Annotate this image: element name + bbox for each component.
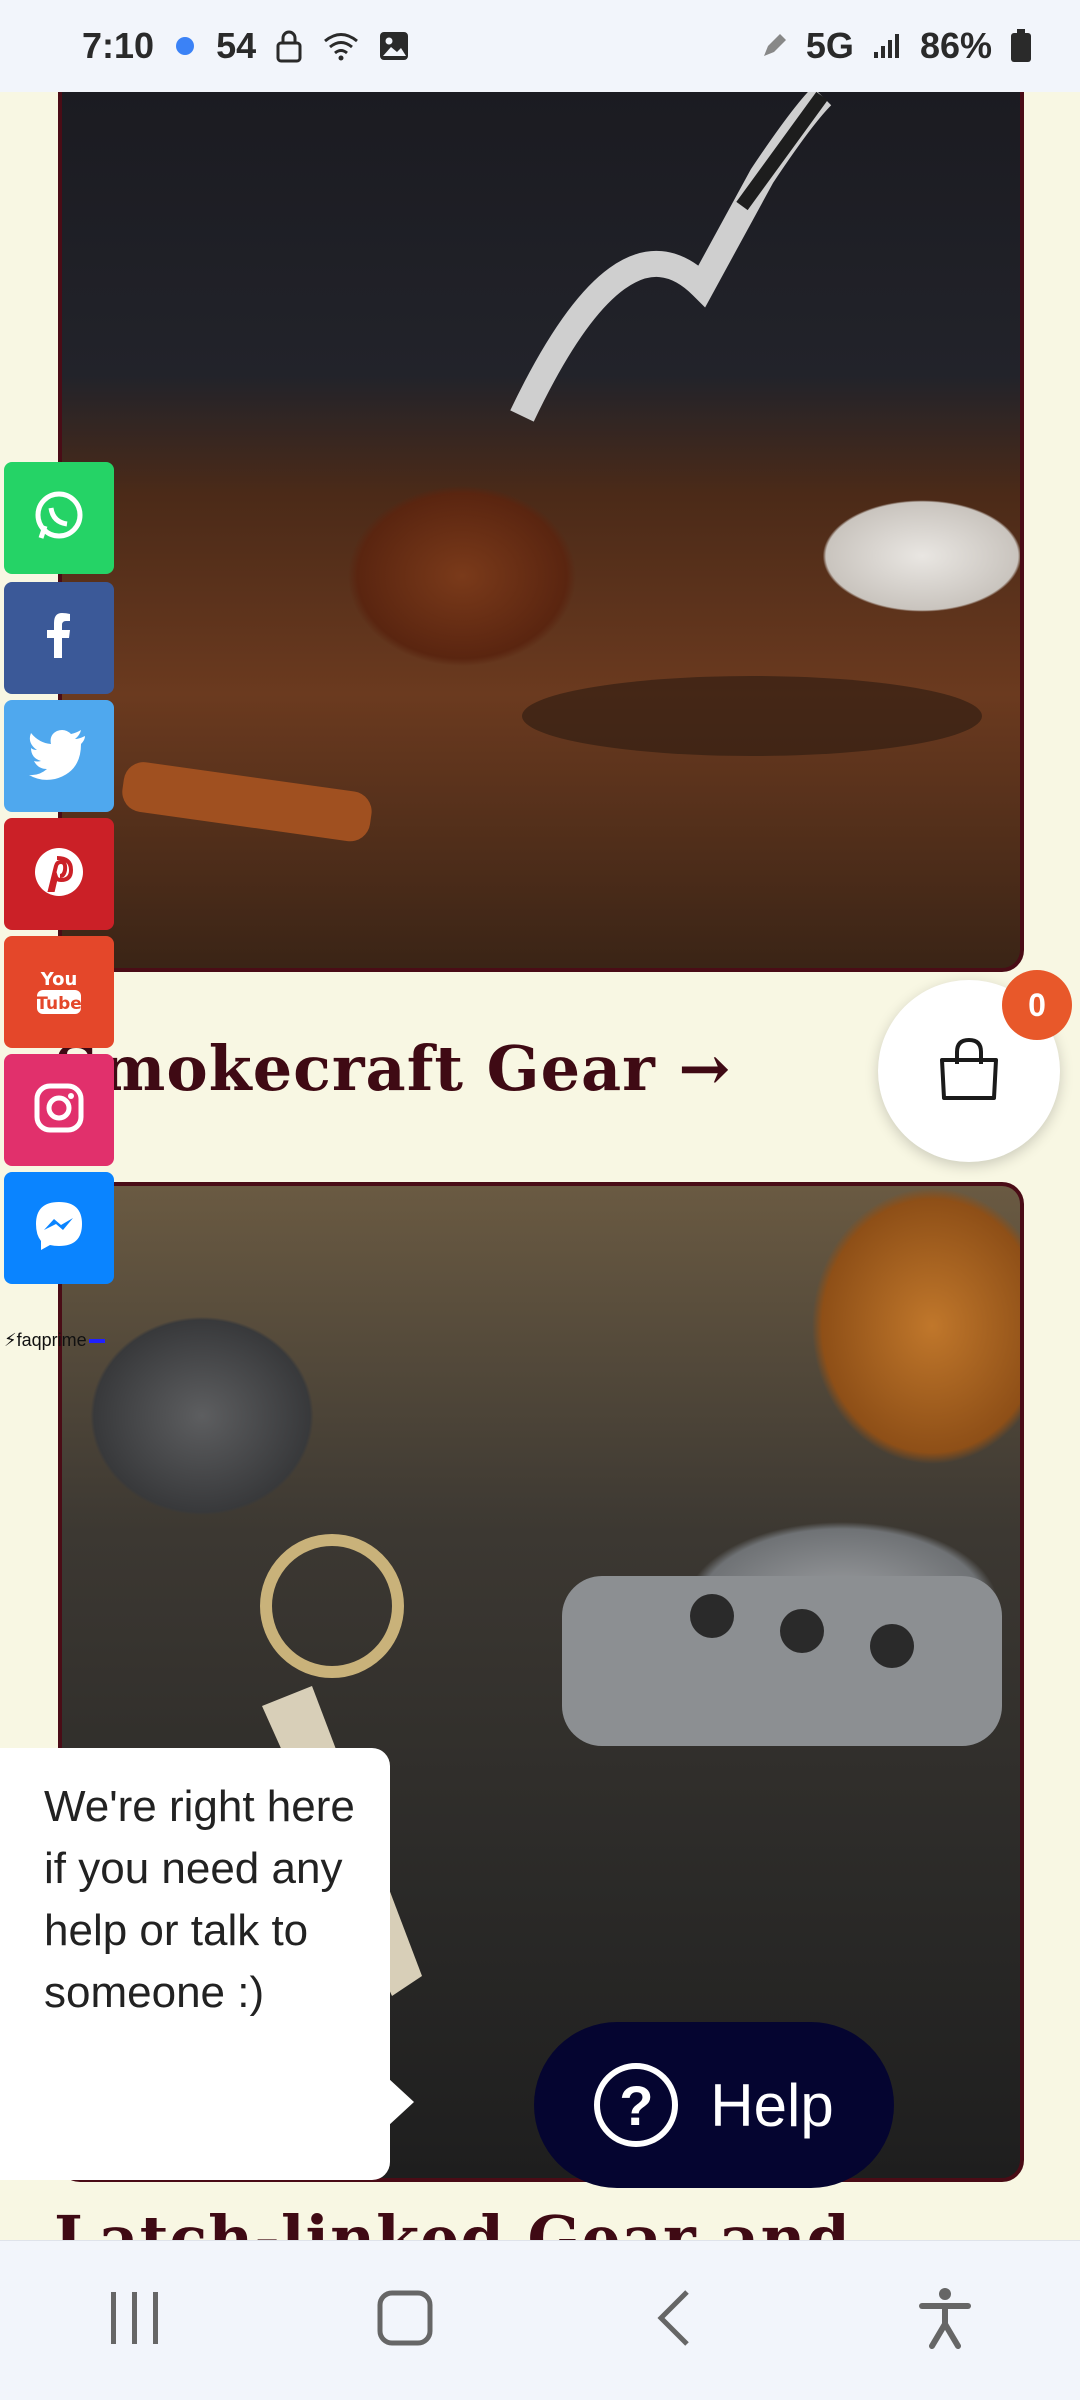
faqprime-underline [88, 1339, 105, 1344]
help-message-text: We're right here if you need any help or… [44, 1782, 355, 2017]
accessibility-button[interactable] [885, 2261, 1005, 2381]
status-time: 7:10 [82, 25, 155, 66]
facebook-icon [31, 608, 87, 669]
twitter-share-button[interactable] [4, 700, 114, 812]
wifi-icon [322, 31, 360, 61]
whatsapp-icon [31, 488, 87, 549]
twitter-icon [29, 728, 89, 785]
back-button[interactable] [615, 2261, 735, 2381]
help-message-bubble[interactable]: We're right here if you need any help or… [0, 1748, 414, 2180]
messenger-share-button[interactable] [4, 1172, 114, 1284]
accessibility-icon [918, 2286, 972, 2355]
youtube-share-button[interactable]: You Tube [4, 936, 114, 1048]
status-bar: 7:10 54 5G 86% [0, 0, 1080, 92]
section-title-latch[interactable]: Latch-linked Gear and [54, 2202, 851, 2240]
status-temperature: 54 [216, 25, 257, 66]
section-title-smokecraft[interactable]: Smokecraft Gear → [54, 1032, 731, 1105]
system-nav-bar [0, 2240, 1080, 2400]
cart-count-badge: 0 [1002, 970, 1072, 1040]
recent-apps-icon [107, 2288, 163, 2353]
help-button-label: Help [710, 2071, 834, 2139]
faqprime-label: faqprime [16, 1330, 87, 1350]
image-icon [378, 30, 410, 62]
back-icon [655, 2288, 695, 2353]
shopping-bag-icon [934, 1034, 1004, 1109]
status-right: 5G 86% [760, 25, 1032, 67]
svg-text:You: You [40, 969, 78, 990]
signal-icon [872, 32, 902, 60]
messenger-icon [30, 1197, 88, 1260]
weather-icon [172, 33, 198, 59]
svg-text:Tube: Tube [36, 994, 82, 1014]
instagram-icon [31, 1080, 87, 1141]
instagram-share-button[interactable] [4, 1054, 114, 1166]
help-button[interactable]: ? Help [534, 2022, 894, 2188]
whatsapp-share-button[interactable] [4, 462, 114, 574]
status-battery-percent: 86% [919, 25, 992, 66]
bolt-icon: ⚡ [4, 1330, 17, 1350]
facebook-share-button[interactable] [4, 582, 114, 694]
status-left: 7:10 54 [82, 25, 410, 67]
battery-icon [1010, 29, 1032, 63]
question-mark-icon: ? [594, 2063, 679, 2147]
lock-icon [274, 29, 304, 63]
youtube-icon: You Tube [29, 960, 89, 1025]
faqprime-badge[interactable]: ⚡faqprime [4, 1330, 105, 1351]
pen-icon [760, 32, 788, 60]
status-network: 5G [805, 25, 854, 66]
pinterest-share-button[interactable] [4, 818, 114, 930]
section-image-pipe[interactable] [58, 92, 1024, 972]
recent-apps-button[interactable] [75, 2261, 195, 2381]
home-icon [375, 2288, 435, 2353]
pinterest-icon [31, 844, 87, 905]
home-button[interactable] [345, 2261, 465, 2381]
